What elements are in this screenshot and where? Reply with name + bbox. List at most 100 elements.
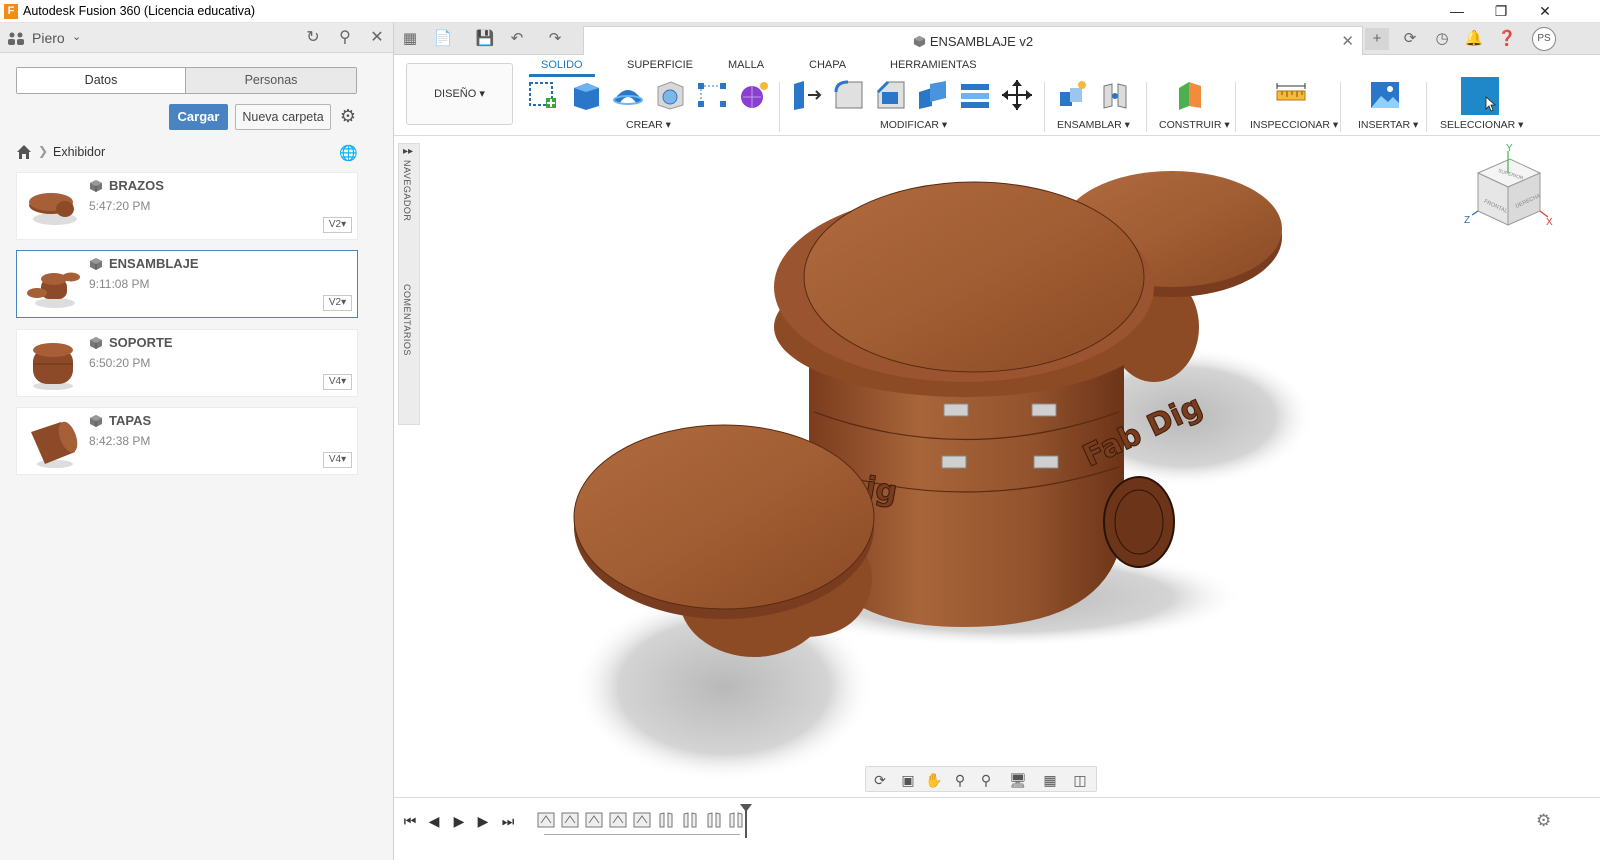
file-card-soporte[interactable]: SOPORTE 6:50:20 PM V4▾: [16, 329, 358, 397]
move-icon[interactable]: [1000, 78, 1034, 112]
tab-solido[interactable]: SOLIDO: [529, 59, 595, 77]
workspace-dropdown[interactable]: DISEÑO ▾: [406, 63, 513, 125]
new-component-icon[interactable]: [1056, 78, 1090, 112]
version-badge[interactable]: V4▾: [323, 452, 352, 468]
look-at-icon[interactable]: ▣: [898, 770, 918, 790]
navigator-label[interactable]: NAVEGADOR: [402, 160, 412, 221]
breadcrumb-current[interactable]: Exhibidor: [53, 145, 105, 159]
timeline-component-icon[interactable]: [560, 811, 580, 829]
timeline-component-icon[interactable]: [584, 811, 604, 829]
version-badge[interactable]: V4▾: [323, 374, 352, 390]
press-pull-icon[interactable]: [790, 78, 824, 112]
revolve-icon[interactable]: [611, 78, 645, 112]
tab-ensamblaje[interactable]: ENSAMBLAJE v2 ✕: [583, 26, 1363, 55]
globe-icon[interactable]: 🌐: [339, 144, 358, 162]
help-icon[interactable]: ❓: [1495, 28, 1519, 50]
save-icon[interactable]: 💾: [474, 28, 496, 50]
timeline-prev-icon[interactable]: ◀: [424, 811, 444, 831]
minimize-button[interactable]: —: [1434, 0, 1480, 22]
file-card-tapas[interactable]: TAPAS 8:42:38 PM V4▾: [16, 407, 358, 475]
grid-settings-icon[interactable]: ▦: [1040, 770, 1060, 790]
rectangular-pattern-icon[interactable]: [695, 78, 729, 112]
group-crear[interactable]: CREAR ▾: [626, 119, 671, 131]
avatar[interactable]: PS: [1532, 27, 1556, 51]
comments-label[interactable]: COMENTARIOS: [402, 284, 412, 356]
restore-button[interactable]: ❐: [1478, 0, 1524, 22]
timeline-play-icon[interactable]: ▶: [449, 811, 469, 831]
tab-chapa[interactable]: CHAPA: [809, 59, 846, 71]
shell-icon[interactable]: [653, 78, 687, 112]
chamfer-icon[interactable]: [874, 78, 908, 112]
file-card-brazos[interactable]: BRAZOS 5:47:20 PM V2▾: [16, 172, 358, 240]
chevron-down-icon[interactable]: ⌄: [72, 30, 81, 43]
expand-browser-icon[interactable]: ▸▸: [403, 146, 413, 157]
timeline-next-icon[interactable]: ▶: [473, 811, 493, 831]
version-badge[interactable]: V2▾: [323, 217, 352, 233]
group-seleccionar[interactable]: SELECCIONAR ▾: [1440, 119, 1523, 131]
version-badge[interactable]: V2▾: [323, 295, 352, 311]
canvas-viewport[interactable]: ▸▸ NAVEGADOR COMENTARIOS Fab Dig ig Y X …: [394, 137, 1600, 797]
viewcube[interactable]: Y X Z SUPERIOR FRONTAL DERECHA: [1460, 143, 1556, 239]
display-settings-icon[interactable]: 🖥: [1008, 770, 1028, 790]
split-body-icon[interactable]: [958, 78, 992, 112]
refresh-icon[interactable]: ↻: [302, 28, 324, 48]
file-menu-icon[interactable]: 📄: [432, 28, 454, 50]
zoom-icon[interactable]: ⚲: [950, 770, 970, 790]
user-name[interactable]: Piero: [32, 30, 65, 46]
group-construir[interactable]: CONSTRUIR ▾: [1159, 119, 1230, 131]
joint-icon[interactable]: [1098, 78, 1132, 112]
insert-image-icon[interactable]: [1368, 78, 1402, 112]
file-time: 8:42:38 PM: [89, 434, 151, 448]
redo-icon[interactable]: ↷: [544, 28, 566, 50]
combine-icon[interactable]: [916, 78, 950, 112]
group-ensamblar[interactable]: ENSAMBLAR ▾: [1057, 119, 1130, 131]
extrude-icon[interactable]: [569, 78, 603, 112]
data-panel-toggle-icon[interactable]: ▦: [399, 28, 421, 50]
notifications-icon[interactable]: 🔔: [1462, 28, 1486, 50]
new-tab-icon[interactable]: +: [1365, 28, 1389, 50]
timeline-component-icon[interactable]: [536, 811, 556, 829]
gear-icon[interactable]: ⚙: [337, 105, 359, 127]
upload-button[interactable]: Cargar: [169, 104, 228, 130]
create-sketch-icon[interactable]: [527, 78, 561, 112]
timeline-joint-icon[interactable]: [704, 811, 724, 829]
home-icon[interactable]: [16, 144, 32, 160]
new-folder-button[interactable]: Nueva carpeta: [235, 104, 331, 130]
close-window-button[interactable]: ✕: [1522, 0, 1568, 22]
timeline-end-icon[interactable]: ⏭: [498, 811, 518, 831]
job-status-icon[interactable]: ◷: [1430, 28, 1454, 50]
model-3d-view[interactable]: Fab Dig ig: [564, 167, 1364, 787]
select-icon[interactable]: [1461, 77, 1499, 115]
close-panel-icon[interactable]: ✕: [366, 28, 388, 48]
pan-icon[interactable]: ✋: [924, 770, 944, 790]
extensions-icon[interactable]: ⟳: [1398, 28, 1422, 50]
undo-icon[interactable]: ↶: [506, 28, 528, 50]
timeline-joint-icon[interactable]: [680, 811, 700, 829]
timeline-joint-icon[interactable]: [656, 811, 676, 829]
tab-datos[interactable]: Datos: [17, 68, 186, 93]
timeline-joint-icon[interactable]: [726, 811, 746, 829]
measure-icon[interactable]: [1274, 78, 1308, 112]
timeline-start-icon[interactable]: ⏮: [400, 811, 420, 831]
tab-malla[interactable]: MALLA: [728, 59, 764, 71]
timeline-marker-handle[interactable]: [740, 804, 752, 812]
tab-superficie[interactable]: SUPERFICIE: [627, 59, 693, 71]
orbit-icon[interactable]: ⟳: [870, 770, 890, 790]
create-form-icon[interactable]: [737, 78, 771, 112]
file-name: BRAZOS: [109, 178, 164, 193]
tab-herramientas[interactable]: HERRAMIENTAS: [890, 59, 977, 71]
search-icon[interactable]: ⚲: [334, 28, 356, 48]
fillet-icon[interactable]: [832, 78, 866, 112]
viewports-icon[interactable]: ◫: [1070, 770, 1090, 790]
group-insertar[interactable]: INSERTAR ▾: [1358, 119, 1418, 131]
zoom-window-icon[interactable]: ⚲: [976, 770, 996, 790]
tab-personas[interactable]: Personas: [186, 68, 356, 93]
construction-plane-icon[interactable]: [1173, 78, 1207, 112]
timeline-component-icon[interactable]: [632, 811, 652, 829]
group-modificar[interactable]: MODIFICAR ▾: [880, 119, 947, 131]
timeline-component-icon[interactable]: [608, 811, 628, 829]
group-inspeccionar[interactable]: INSPECCIONAR ▾: [1250, 119, 1338, 131]
gear-icon[interactable]: ⚙: [1536, 811, 1551, 831]
close-icon[interactable]: ✕: [1341, 32, 1354, 50]
file-card-ensamblaje[interactable]: ENSAMBLAJE 9:11:08 PM V2▾: [16, 250, 358, 318]
